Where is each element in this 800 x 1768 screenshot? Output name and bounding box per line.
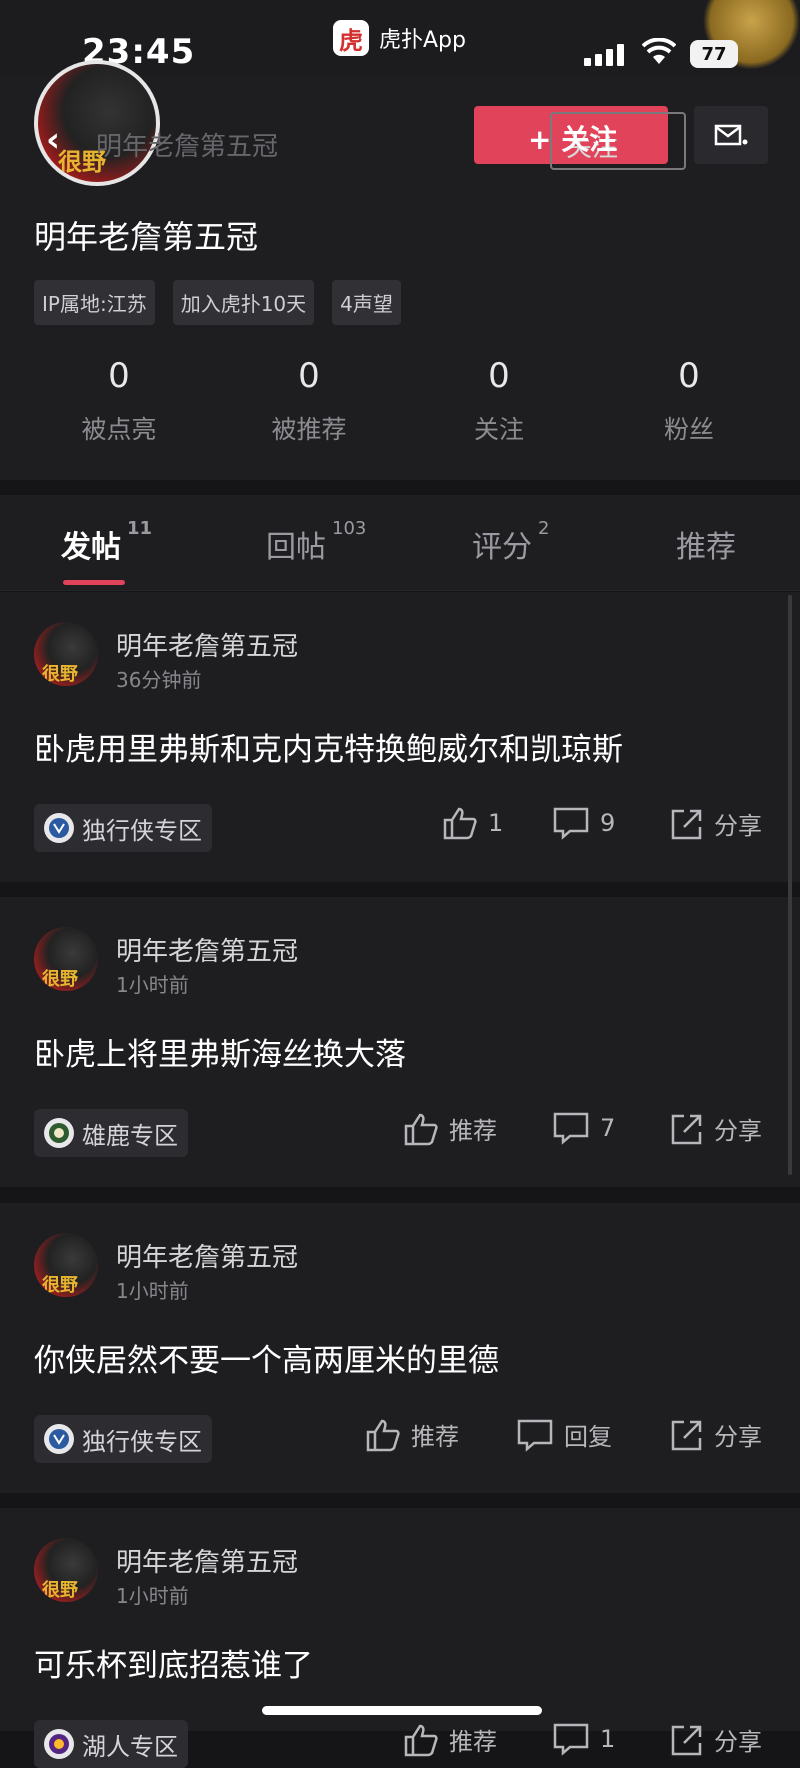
reply-button[interactable]: 回复 [516,1417,612,1452]
post-author[interactable]: 明年老詹第五冠 [116,1542,298,1579]
stat-fans[interactable]: 0 粉丝 [599,356,779,446]
post-time: 1小时前 [116,1279,189,1303]
recommend-button[interactable]: 推荐 [403,1722,497,1757]
zone-tag[interactable]: 湖人专区 [34,1720,188,1768]
tab-posts[interactable]: 发帖11 [61,518,152,566]
avatar[interactable]: 很野 [34,1538,98,1602]
tab-ratings[interactable]: 评分2 [472,518,549,566]
comment-button[interactable]: 7 [552,1111,615,1145]
post-card[interactable]: 很野 明年老詹第五冠 1小时前 可乐杯到底招惹谁了 湖人专区 推荐 1 分享 [0,1508,800,1768]
recommend-button[interactable]: 推荐 [403,1111,497,1146]
mail-icon [714,124,748,146]
share-button[interactable]: 分享 [670,1111,762,1146]
share-icon [671,1420,702,1450]
tab-recommend[interactable]: 推荐 [676,522,736,566]
thumbs-up-icon [366,1419,400,1451]
recommend-button[interactable]: 推荐 [365,1417,459,1452]
zone-tag[interactable]: 独行侠专区 [34,804,212,852]
thumbs-up-icon [443,807,477,840]
thumbs-up-icon [404,1113,438,1145]
tag-joined: 加入虎扑10天 [172,280,315,325]
team-logo-icon [44,1729,74,1759]
comment-icon [517,1419,553,1452]
share-icon [671,809,702,839]
stat-recommended[interactable]: 0 被推荐 [219,356,399,446]
share-button[interactable]: 分享 [670,1417,762,1452]
app-indicator[interactable]: 虎 虎扑App [333,20,466,56]
avatar[interactable]: 很野 [34,927,98,991]
post-author[interactable]: 明年老詹第五冠 [116,626,298,663]
comment-icon [553,1723,589,1756]
share-icon [671,1725,702,1755]
post-title[interactable]: 卧虎用里弗斯和克内克特换鲍威尔和凯琼斯 [34,724,623,769]
post-time: 1小时前 [116,1584,189,1608]
post-card[interactable]: 很野 明年老詹第五冠 36分钟前 卧虎用里弗斯和克内克特换鲍威尔和凯琼斯 独行侠… [0,592,800,882]
team-logo-icon [44,1424,74,1454]
thumbs-up-icon [404,1724,438,1756]
zone-tag[interactable]: 独行侠专区 [34,1415,212,1463]
team-logo-icon [44,813,74,843]
comment-button[interactable]: 9 [552,806,615,840]
scrollbar[interactable] [788,595,792,1175]
comment-icon [553,1112,589,1145]
wifi-icon [641,37,677,70]
zone-label: 湖人专区 [82,1732,178,1761]
tag-ip: IP属地:江苏 [34,280,155,325]
post-title[interactable]: 你侠居然不要一个高两厘米的里德 [34,1335,499,1380]
battery-indicator: 77 [690,40,738,68]
home-indicator[interactable] [262,1706,542,1715]
post-card[interactable]: 很野 明年老詹第五冠 1小时前 你侠居然不要一个高两厘米的里德 独行侠专区 推荐… [0,1203,800,1493]
zone-tag[interactable]: 雄鹿专区 [34,1109,188,1157]
avatar[interactable]: 很野 [34,622,98,686]
share-button[interactable]: 分享 [670,806,762,841]
message-button[interactable] [694,106,768,164]
team-logo-icon [44,1118,74,1148]
comment-button[interactable]: 1 [552,1722,615,1756]
post-time: 1小时前 [116,973,189,997]
profile-stats: 0 被点亮 0 被推荐 0 关注 0 粉丝 [24,356,784,446]
app-name: 虎扑App [379,28,466,53]
comment-icon [553,807,589,840]
profile-name: 明年老詹第五冠 [34,218,259,256]
post-author[interactable]: 明年老詹第五冠 [116,931,298,968]
signal-icon [584,44,628,66]
stat-lights[interactable]: 0 被点亮 [29,356,209,446]
stat-following[interactable]: 0 关注 [409,356,589,446]
zone-label: 独行侠专区 [82,816,202,845]
post-author[interactable]: 明年老詹第五冠 [116,1237,298,1274]
follow-label: + 关注 [528,123,618,156]
post-card[interactable]: 很野 明年老詹第五冠 1小时前 卧虎上将里弗斯海丝换大落 雄鹿专区 推荐 7 分… [0,897,800,1187]
post-title[interactable]: 可乐杯到底招惹谁了 [34,1640,313,1685]
like-button[interactable]: 1 [442,806,503,840]
avatar[interactable]: 很野 [34,1233,98,1297]
profile-tags: IP属地:江苏 加入虎扑10天 4声望 [34,280,401,325]
share-button[interactable]: 分享 [670,1722,762,1757]
tag-reputation: 4声望 [332,280,401,325]
post-time: 36分钟前 [116,668,202,692]
back-icon[interactable]: ‹ [46,120,60,160]
app-logo-icon: 虎 [333,20,369,56]
share-icon [671,1114,702,1144]
tab-indicator [63,580,125,585]
zone-label: 独行侠专区 [82,1427,202,1456]
post-title[interactable]: 卧虎上将里弗斯海丝换大落 [34,1029,406,1074]
nav-title: 明年老詹第五冠 [96,132,279,162]
zone-label: 雄鹿专区 [82,1121,178,1150]
tab-replies[interactable]: 回帖103 [266,518,366,566]
